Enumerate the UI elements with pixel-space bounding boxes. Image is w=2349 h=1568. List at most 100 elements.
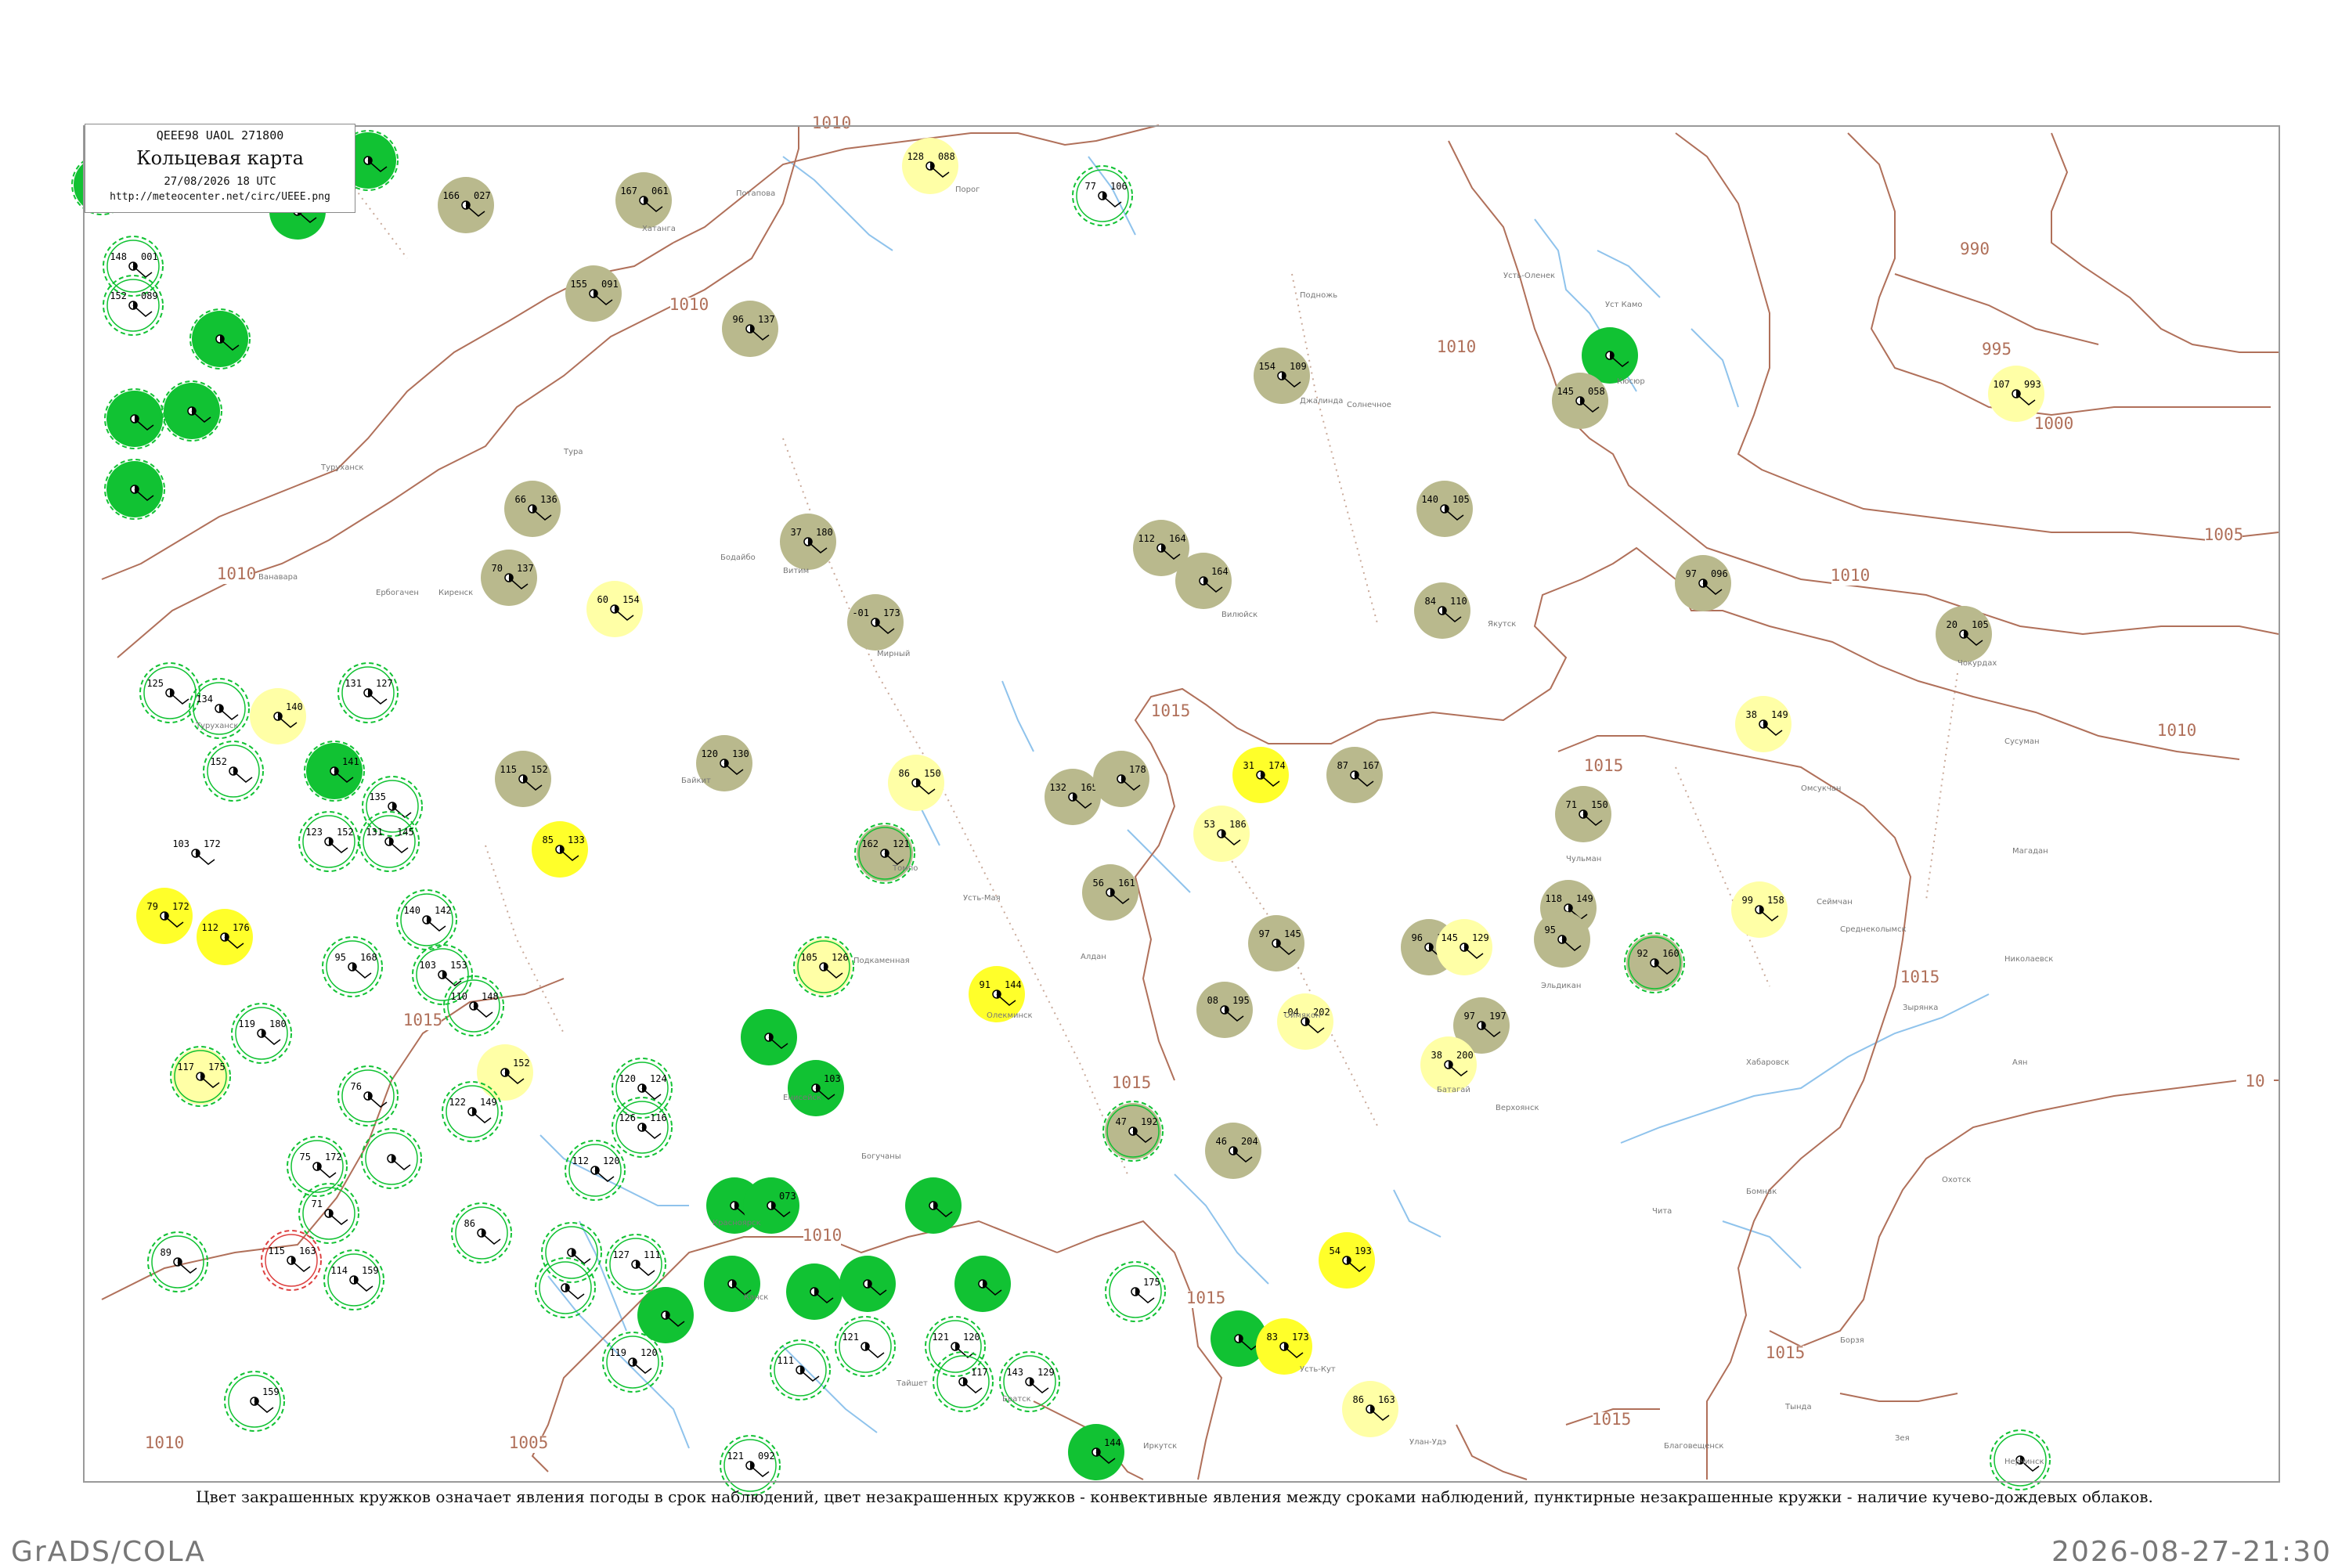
station-marker[interactable] [905, 1177, 962, 1234]
station-marker[interactable]: 95 168 [322, 936, 383, 997]
station-marker[interactable]: 140 [250, 688, 306, 744]
station-marker[interactable] [541, 1222, 602, 1283]
station-marker[interactable]: 110 148 [443, 975, 504, 1036]
station-marker[interactable]: 37 180 [780, 514, 836, 570]
station-marker[interactable]: 56 161 [1082, 864, 1138, 921]
source-url[interactable]: http://meteocenter.net/circ/UEEE.png [85, 191, 355, 203]
station-marker[interactable] [741, 1009, 797, 1065]
place-label: Чульман [1566, 855, 1601, 863]
station-marker[interactable]: 126 116 [612, 1097, 673, 1158]
station-marker[interactable]: 103 [788, 1060, 844, 1116]
station-marker[interactable]: 107 993 [1988, 366, 2044, 422]
station-marker[interactable]: 117 [933, 1351, 994, 1412]
station-marker[interactable]: 76 [337, 1065, 399, 1126]
station-marker[interactable]: 87 167 [1326, 747, 1383, 803]
station-marker[interactable]: 105 126 [793, 936, 854, 997]
station-marker[interactable]: 112 176 [197, 909, 253, 965]
station-marker[interactable]: 97 096 [1675, 555, 1731, 611]
station-marker[interactable]: 119 120 [602, 1332, 663, 1393]
station-marker[interactable]: 38 149 [1735, 696, 1792, 752]
station-marker[interactable]: 120 124 [612, 1058, 673, 1119]
station-marker[interactable]: 152 089 [103, 275, 164, 336]
station-marker[interactable]: 84 110 [1414, 582, 1470, 639]
station-marker[interactable]: 115 152 [495, 751, 551, 807]
station-marker[interactable]: 20 105 [1936, 606, 1992, 662]
station-marker[interactable]: 54 193 [1319, 1232, 1375, 1289]
station-marker[interactable]: 97 145 [1248, 915, 1304, 971]
station-marker[interactable]: 86 [451, 1202, 512, 1263]
station-marker[interactable]: 86 150 [888, 755, 944, 811]
station-marker[interactable]: 114 159 [323, 1249, 384, 1310]
station-marker[interactable]: 148 001 [103, 236, 164, 297]
station-marker[interactable]: 112 120 [565, 1140, 626, 1201]
station-marker[interactable]: 08 195 [1196, 982, 1253, 1038]
station-temperature: 166 [442, 190, 460, 201]
station-marker[interactable]: 131 127 [337, 662, 399, 723]
station-pressure: 144 [1104, 1437, 1121, 1448]
station-marker[interactable] [104, 388, 165, 449]
station-marker[interactable]: 167 061 [615, 172, 672, 229]
station-marker[interactable]: 154 109 [1254, 348, 1310, 404]
station-marker[interactable] [535, 1257, 596, 1318]
station-marker[interactable]: 131 145 [359, 811, 420, 872]
station-marker[interactable]: 162 121 [854, 823, 915, 884]
station-marker[interactable]: 121 092 [720, 1435, 781, 1496]
station-temperature: 53 [1204, 819, 1215, 830]
station-marker[interactable]: 86 163 [1342, 1381, 1398, 1437]
station-marker[interactable]: 140 105 [1416, 481, 1473, 537]
station-marker[interactable] [161, 380, 222, 442]
station-marker[interactable]: 145 129 [1436, 919, 1492, 975]
station-marker[interactable]: 46 204 [1205, 1123, 1261, 1179]
station-marker[interactable]: 152 [203, 741, 264, 802]
station-pressure: 154 [622, 594, 640, 605]
isobar-label: 1015 [1112, 1073, 1152, 1092]
station-marker[interactable]: 159 [224, 1371, 285, 1432]
station-marker[interactable]: 178 [1093, 751, 1149, 807]
station-marker[interactable]: 166 027 [438, 177, 494, 233]
station-marker[interactable]: -04 202 [1277, 993, 1333, 1050]
station-marker[interactable]: 99 158 [1731, 881, 1788, 938]
station-marker[interactable]: 92 160 [1624, 932, 1685, 993]
station-marker[interactable]: 70 137 [481, 550, 537, 606]
station-marker[interactable]: 144 [1068, 1424, 1124, 1480]
station-marker[interactable]: 75 172 [287, 1136, 348, 1197]
station-marker[interactable] [839, 1256, 896, 1312]
station-marker[interactable]: 128 088 [902, 138, 958, 194]
station-marker[interactable]: 96 137 [722, 301, 778, 357]
station-marker[interactable]: 66 136 [504, 481, 561, 537]
station-marker[interactable]: 119 180 [231, 1003, 292, 1064]
station-marker[interactable] [786, 1263, 843, 1320]
station-marker[interactable] [954, 1256, 1011, 1312]
station-marker[interactable]: -01 173 [847, 594, 904, 651]
station-marker[interactable]: 145 058 [1552, 373, 1608, 429]
station-marker[interactable]: 47 192 [1102, 1101, 1164, 1162]
station-marker[interactable]: 71 150 [1555, 786, 1611, 842]
station-marker[interactable] [704, 1256, 760, 1312]
station-marker[interactable]: 132 165 [1045, 769, 1101, 825]
station-marker[interactable]: 71 [298, 1183, 359, 1244]
station-marker[interactable]: 152 [477, 1044, 533, 1101]
station-marker[interactable]: 60 154 [586, 581, 643, 637]
station-marker[interactable]: 115 163 [261, 1230, 322, 1291]
station-marker[interactable]: 79 172 [136, 888, 193, 944]
station-marker[interactable] [104, 459, 165, 520]
station-temperature: 122 [449, 1097, 466, 1108]
station-marker[interactable]: 140 142 [396, 889, 457, 950]
station-marker[interactable]: 103 172 [172, 838, 221, 865]
station-marker[interactable]: 31 174 [1232, 747, 1289, 803]
station-marker[interactable] [189, 308, 251, 369]
station-marker[interactable]: 85 133 [532, 821, 588, 878]
station-marker[interactable]: 38 200 [1420, 1036, 1477, 1093]
station-marker[interactable]: 121 [835, 1316, 896, 1377]
station-marker[interactable]: 117 175 [170, 1046, 231, 1107]
station-marker[interactable]: 125 [139, 662, 200, 723]
station-marker[interactable]: 89 [147, 1231, 208, 1292]
station-marker[interactable]: 53 186 [1193, 806, 1250, 862]
station-marker[interactable]: 164 [1175, 553, 1232, 609]
station-marker[interactable]: 111 [770, 1339, 831, 1400]
station-marker[interactable]: 123 152 [298, 811, 359, 872]
station-marker[interactable]: 95 [1534, 911, 1590, 968]
station-marker[interactable]: 175 [1105, 1261, 1166, 1322]
station-marker[interactable]: 141 [304, 741, 365, 802]
station-marker[interactable]: 155 091 [565, 265, 622, 322]
